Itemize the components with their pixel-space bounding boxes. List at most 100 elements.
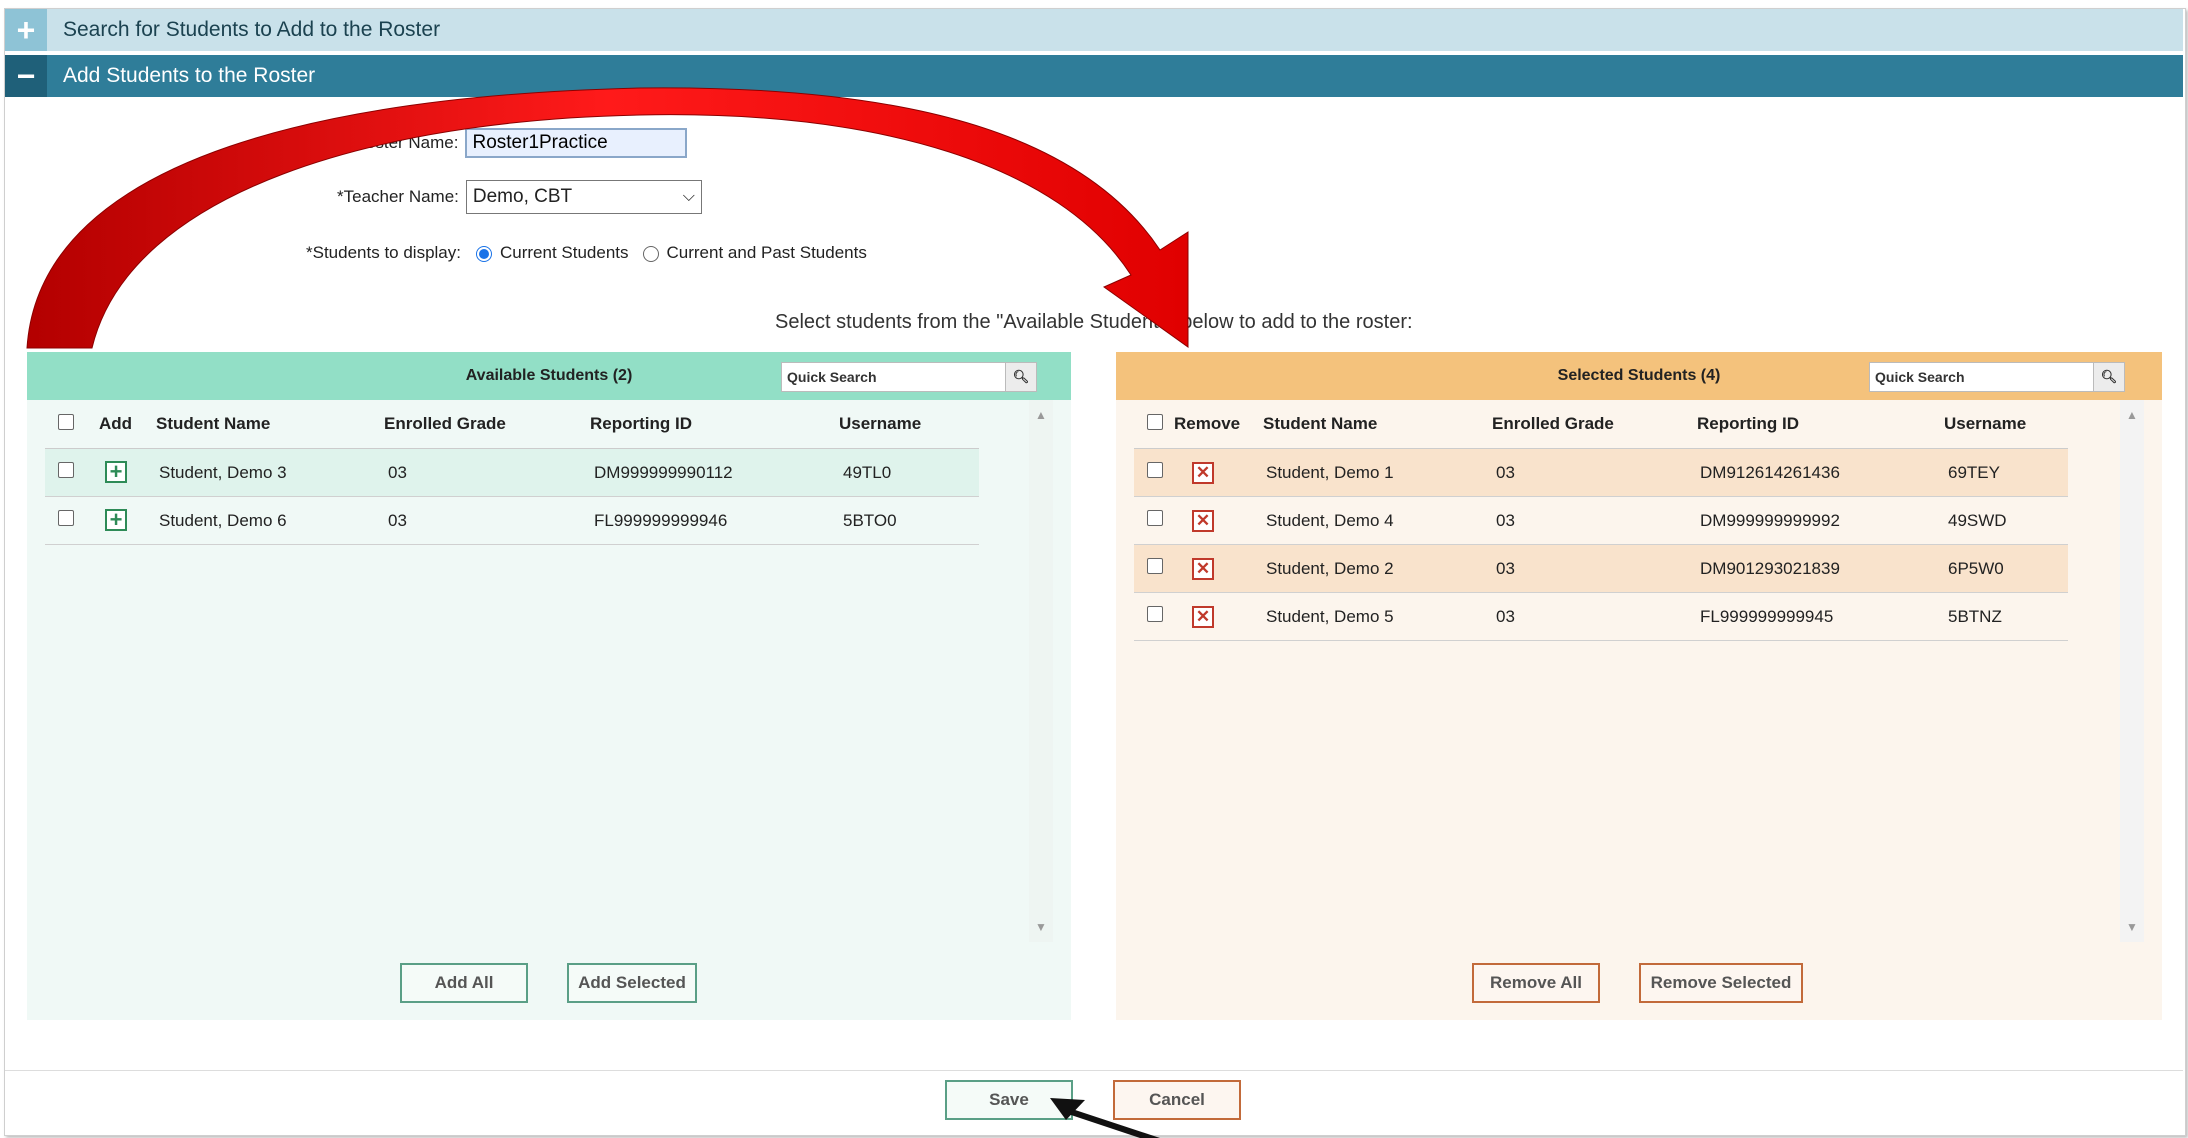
select-all-checkbox[interactable] <box>58 413 74 430</box>
quick-search-input[interactable]: Quick Search <box>782 369 1005 385</box>
col-reporting-id[interactable]: Reporting ID <box>1697 414 1799 434</box>
student-name: Student, Demo 5 <box>1266 606 1394 626</box>
available-scrollbar[interactable]: ▲ ▼ <box>1029 400 1053 942</box>
plus-icon[interactable]: + <box>105 509 127 531</box>
select-all-cell <box>1147 413 1163 435</box>
enrolled-grade: 03 <box>1496 510 1515 530</box>
available-students-panel: Available Students (2) Quick Search 🔍︎ A… <box>27 352 1071 1020</box>
row-checkbox[interactable] <box>58 462 74 478</box>
scroll-down-icon[interactable]: ▼ <box>2120 920 2144 934</box>
scroll-up-icon[interactable]: ▲ <box>1029 408 1053 422</box>
col-enrolled-grade[interactable]: Enrolled Grade <box>384 414 506 434</box>
expand-icon[interactable]: + <box>5 9 47 51</box>
students-display-row: *Students to display: Current Students C… <box>306 243 867 263</box>
col-student-name[interactable]: Student Name <box>1263 414 1377 434</box>
table-row[interactable]: + Student, Demo 6 03 FL999999999946 5BTO… <box>45 497 979 545</box>
roster-name-label: *Roster Name: <box>347 133 459 152</box>
row-add-cell: + <box>105 509 127 532</box>
reporting-id: FL999999999946 <box>594 510 728 530</box>
add-all-button[interactable]: Add All <box>400 963 528 1003</box>
username: 5BTNZ <box>1948 606 2002 626</box>
row-remove-cell: ✕ <box>1192 605 1214 628</box>
col-username[interactable]: Username <box>1944 414 2026 434</box>
teacher-name-select[interactable]: Demo, CBT ⌵ <box>465 180 702 214</box>
remove-all-button[interactable]: Remove All <box>1472 963 1600 1003</box>
col-username[interactable]: Username <box>839 414 921 434</box>
table-row[interactable]: ✕ Student, Demo 5 03 FL999999999945 5BTN… <box>1134 593 2068 641</box>
row-checkbox[interactable] <box>58 510 74 526</box>
reporting-id: DM999999999992 <box>1700 510 1840 530</box>
search-section-header[interactable]: + Search for Students to Add to the Rost… <box>5 9 2183 51</box>
col-remove: Remove <box>1174 414 1241 433</box>
col-reporting-id[interactable]: Reporting ID <box>590 414 692 434</box>
col-student-name[interactable]: Student Name <box>156 414 270 434</box>
current-and-past-label[interactable]: Current and Past Students <box>667 243 867 263</box>
save-button[interactable]: Save <box>945 1080 1073 1120</box>
quick-search-input[interactable]: Quick Search <box>1870 369 2093 385</box>
col-enrolled-grade[interactable]: Enrolled Grade <box>1492 414 1614 434</box>
available-quick-search[interactable]: Quick Search 🔍︎ <box>781 362 1037 392</box>
row-checkbox-cell <box>1147 510 1163 531</box>
table-row[interactable]: + Student, Demo 3 03 DM999999990112 49TL… <box>45 449 979 497</box>
row-checkbox[interactable] <box>1147 462 1163 478</box>
add-selected-button[interactable]: Add Selected <box>567 963 697 1003</box>
enrolled-grade: 03 <box>1496 558 1515 578</box>
student-name: Student, Demo 6 <box>159 510 287 530</box>
instruction-text: Select students from the "Available Stud… <box>775 311 1413 333</box>
row-checkbox[interactable] <box>1147 510 1163 526</box>
enrolled-grade: 03 <box>388 510 407 530</box>
enrolled-grade: 03 <box>388 462 407 482</box>
reporting-id: DM999999990112 <box>594 462 733 482</box>
roster-name-row: *Roster Name: <box>347 128 688 158</box>
username: 6P5W0 <box>1948 558 2004 578</box>
row-checkbox[interactable] <box>1147 558 1163 574</box>
username: 49TL0 <box>843 462 892 482</box>
row-checkbox-cell <box>58 510 74 531</box>
username: 69TEY <box>1948 462 2000 482</box>
row-remove-cell: ✕ <box>1192 461 1214 484</box>
current-students-label[interactable]: Current Students <box>500 243 629 263</box>
x-icon[interactable]: ✕ <box>1192 605 1214 628</box>
remove-selected-button[interactable]: Remove Selected <box>1639 963 1803 1003</box>
student-name: Student, Demo 4 <box>1266 510 1394 530</box>
x-icon[interactable]: ✕ <box>1192 509 1214 532</box>
current-and-past-radio[interactable] <box>642 246 659 262</box>
student-name: Student, Demo 3 <box>159 462 287 482</box>
search-icon[interactable]: 🔍︎ <box>2093 363 2124 391</box>
table-row[interactable]: ✕ Student, Demo 2 03 DM901293021839 6P5W… <box>1134 545 2068 593</box>
plus-icon[interactable]: + <box>105 461 127 483</box>
selected-students-table: Remove Student Name Enrolled Grade Repor… <box>1134 400 2068 641</box>
enrolled-grade: 03 <box>1496 462 1515 482</box>
collapse-icon[interactable]: − <box>5 55 47 97</box>
add-section-header[interactable]: − Add Students to the Roster <box>5 55 2183 97</box>
table-header-row: Remove Student Name Enrolled Grade Repor… <box>1134 400 2068 449</box>
reporting-id: FL999999999945 <box>1700 606 1834 626</box>
roster-name-input[interactable] <box>465 128 688 158</box>
row-checkbox[interactable] <box>1147 606 1163 622</box>
row-add-cell: + <box>105 461 127 484</box>
col-add: Add <box>99 414 133 433</box>
search-icon[interactable]: 🔍︎ <box>1005 363 1036 391</box>
table-row[interactable]: ✕ Student, Demo 1 03 DM912614261436 69TE… <box>1134 449 2068 497</box>
add-section-title: Add Students to the Roster <box>63 64 316 87</box>
select-all-checkbox[interactable] <box>1147 413 1163 430</box>
table-row[interactable]: ✕ Student, Demo 4 03 DM999999999992 49SW… <box>1134 497 2068 545</box>
reporting-id: DM901293021839 <box>1700 558 1840 578</box>
student-name: Student, Demo 2 <box>1266 558 1394 578</box>
teacher-name-value: Demo, CBT <box>472 186 573 207</box>
footer-divider <box>5 1070 2183 1071</box>
scroll-down-icon[interactable]: ▼ <box>1029 920 1053 934</box>
select-all-cell <box>58 413 74 435</box>
available-students-header: Available Students (2) Quick Search 🔍︎ <box>27 352 1071 400</box>
current-students-radio[interactable] <box>475 246 492 262</box>
scroll-up-icon[interactable]: ▲ <box>2120 408 2144 422</box>
selected-quick-search[interactable]: Quick Search 🔍︎ <box>1869 362 2125 392</box>
row-checkbox-cell <box>58 462 74 483</box>
username: 5BTO0 <box>843 510 897 530</box>
x-icon[interactable]: ✕ <box>1192 461 1214 484</box>
available-students-table: Add Student Name Enrolled Grade Reportin… <box>45 400 979 545</box>
selected-scrollbar[interactable]: ▲ ▼ <box>2120 400 2144 942</box>
cancel-button[interactable]: Cancel <box>1113 1080 1241 1120</box>
enrolled-grade: 03 <box>1496 606 1515 626</box>
x-icon[interactable]: ✕ <box>1192 557 1214 580</box>
